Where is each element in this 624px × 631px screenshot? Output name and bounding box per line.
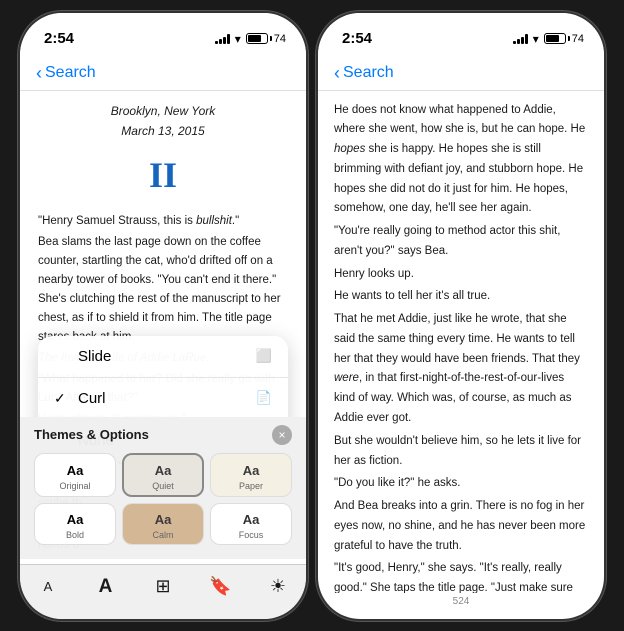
menu-item-slide[interactable]: Slide ⬜: [38, 336, 288, 378]
back-button-right[interactable]: ‹ Search: [334, 63, 394, 84]
menu-slide-label: Slide: [78, 348, 111, 365]
bottom-toolbar-left: A A ⊞ 🔖 ☀: [20, 564, 306, 619]
back-label-left: Search: [45, 64, 96, 82]
themes-toolbar-button[interactable]: ⊞: [147, 571, 179, 603]
menu-item-curl[interactable]: ✓ Curl 📄: [38, 378, 288, 420]
battery-text-right: 74: [572, 33, 584, 45]
themes-label: Themes & Options: [34, 427, 149, 442]
menu-curl-label: Curl: [78, 390, 106, 407]
wifi-icon-right: ▾: [533, 32, 539, 46]
chevron-left-icon: ‹: [36, 63, 42, 84]
font-large-button[interactable]: A: [90, 571, 122, 603]
phones-container: 2:54 ▾ 74 ‹ Search: [18, 11, 606, 621]
wifi-icon: ▾: [235, 32, 241, 46]
back-label-right: Search: [343, 64, 394, 82]
bookmark-button[interactable]: 🔖: [205, 571, 237, 603]
right-phone: 2:54 ▾ 74 ‹ Search: [316, 11, 606, 621]
left-phone: 2:54 ▾ 74 ‹ Search: [18, 11, 308, 621]
status-bar-left: 2:54 ▾ 74: [20, 13, 306, 57]
theme-card-calm[interactable]: Aa Calm: [122, 503, 204, 545]
nav-bar-right: ‹ Search: [318, 57, 604, 91]
signal-icon: [215, 34, 230, 44]
status-icons-right: ▾ 74: [513, 32, 584, 46]
theme-cards-grid: Aa Original Aa Quiet Aa Paper Aa Bold Aa: [34, 453, 292, 545]
close-button[interactable]: ×: [272, 425, 292, 445]
back-button-left[interactable]: ‹ Search: [36, 63, 96, 84]
curl-icon: 📄: [256, 390, 272, 406]
status-icons-left: ▾ 74: [215, 32, 286, 46]
book-content-right: He does not know what happened to Addie,…: [318, 91, 604, 593]
theme-card-original[interactable]: Aa Original: [34, 453, 116, 497]
themes-section: Themes & Options × Aa Original Aa Quiet …: [20, 417, 306, 559]
chapter-number: II: [38, 145, 288, 206]
themes-header: Themes & Options ×: [34, 425, 292, 445]
display-button[interactable]: ☀: [262, 571, 294, 603]
status-bar-right: 2:54 ▾ 74: [318, 13, 604, 57]
nav-bar-left: ‹ Search: [20, 57, 306, 91]
signal-icon-right: [513, 34, 528, 44]
time-right: 2:54: [342, 30, 372, 47]
theme-card-paper[interactable]: Aa Paper: [210, 453, 292, 497]
slide-icon: ⬜: [256, 348, 272, 364]
page-number: 524: [318, 596, 604, 607]
chevron-left-icon-right: ‹: [334, 63, 340, 84]
battery-right: 74: [544, 33, 584, 45]
theme-card-bold[interactable]: Aa Bold: [34, 503, 116, 545]
time-left: 2:54: [44, 30, 74, 47]
book-location: Brooklyn, New York March 13, 2015: [38, 101, 288, 142]
theme-card-focus[interactable]: Aa Focus: [210, 503, 292, 545]
theme-card-quiet[interactable]: Aa Quiet: [122, 453, 204, 497]
font-small-button[interactable]: A: [32, 571, 64, 603]
battery-left: 74: [246, 33, 286, 45]
battery-text-left: 74: [274, 33, 286, 45]
